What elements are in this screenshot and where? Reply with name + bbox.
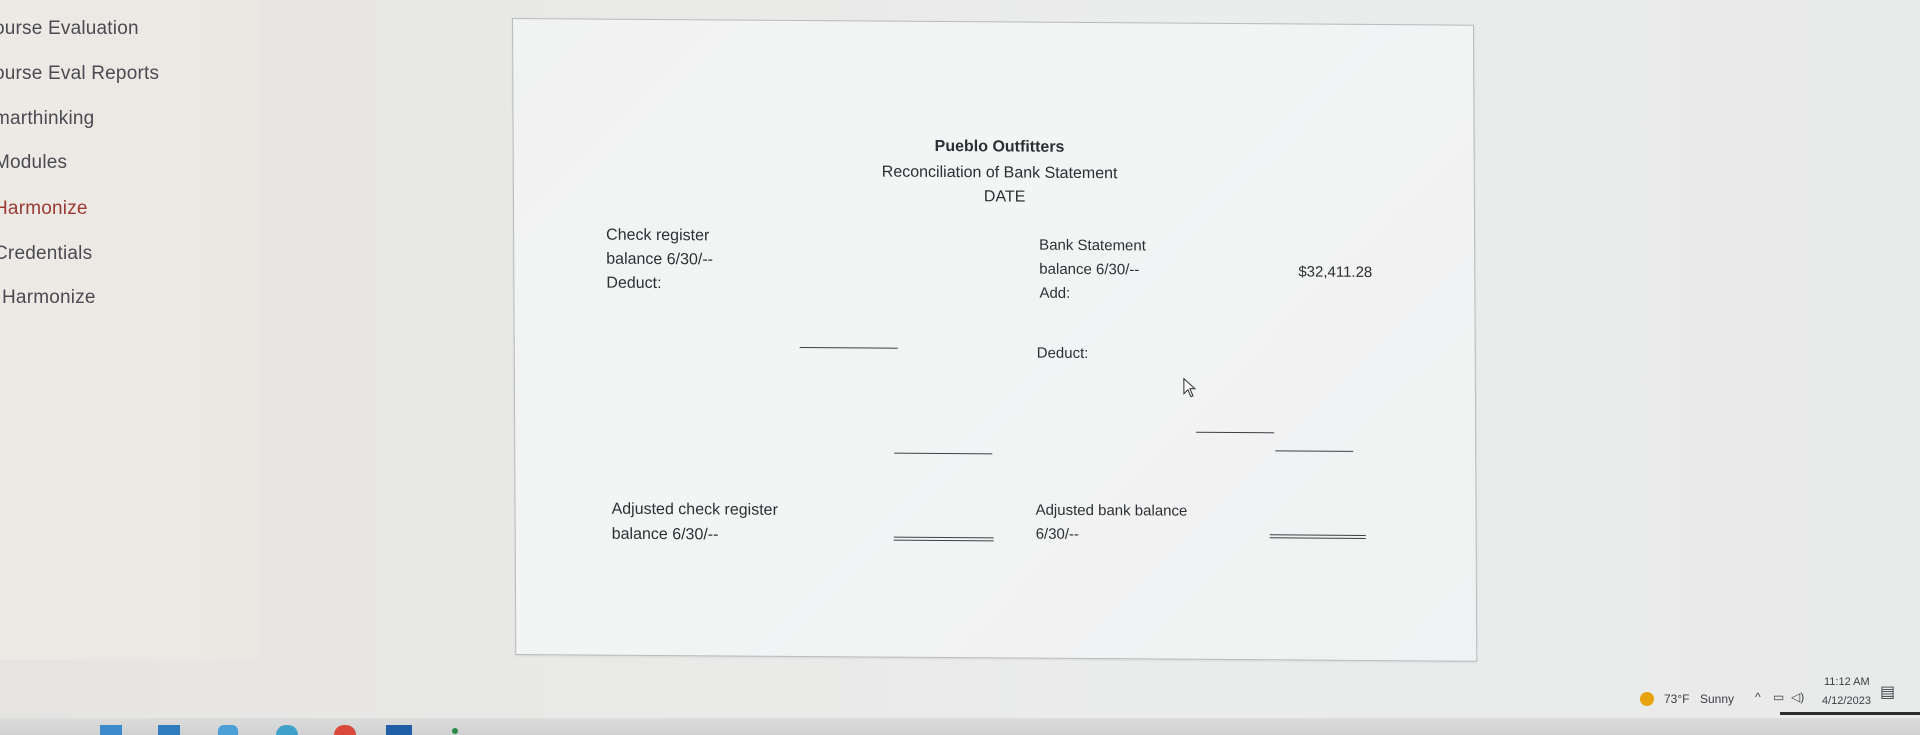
sidebar-item-harmonize-2[interactable]: Harmonize	[2, 287, 96, 309]
bank-statement-deduct-label: Deduct:	[1036, 344, 1089, 363]
document-title: Reconciliation of Bank Statement	[881, 163, 1118, 183]
clock-time[interactable]: 11:12 AM	[1824, 676, 1870, 688]
left-total-double-rule	[893, 536, 994, 542]
company-name: Pueblo Outfitters	[934, 137, 1065, 156]
check-register-label: Check register	[606, 226, 710, 245]
adjusted-check-register-label: Adjusted check register	[611, 500, 778, 519]
left-subtotal-rule	[894, 452, 993, 455]
sidebar-item-modules[interactable]: Modules	[0, 152, 67, 174]
bank-statement-balance-label: balance 6/30/--	[1039, 260, 1140, 279]
bank-statement-add-label: Add:	[1039, 284, 1071, 302]
adjusted-check-register-balance-label: balance 6/30/--	[611, 525, 719, 544]
bank-reconciliation-document: Pueblo Outfitters Reconciliation of Bank…	[512, 18, 1478, 662]
outlook-icon[interactable]	[386, 725, 412, 735]
right-add-rule	[1196, 431, 1275, 434]
sidebar-item-course-evaluation[interactable]: ourse Evaluation	[0, 18, 139, 40]
sidebar: ourse Evaluation ourse Eval Reports mart…	[0, 0, 260, 660]
bank-statement-label: Bank Statement	[1039, 236, 1146, 255]
clock-date[interactable]: 4/12/2023	[1822, 695, 1871, 707]
app-icon-7[interactable]	[452, 728, 458, 734]
volume-icon[interactable]: ◁)	[1791, 690, 1804, 704]
taskbar-edge	[1780, 712, 1920, 715]
check-register-balance-label: balance 6/30/--	[606, 250, 714, 269]
check-register-deduct-label: Deduct:	[606, 274, 662, 293]
right-total-double-rule	[1269, 534, 1366, 539]
network-icon[interactable]: ▭	[1773, 690, 1784, 704]
sidebar-item-smarthinking[interactable]: marthinking	[0, 108, 94, 130]
right-subtotal-rule	[1275, 450, 1354, 452]
chevron-up-icon[interactable]: ^	[1755, 690, 1761, 704]
adjusted-bank-balance-date: 6/30/--	[1035, 525, 1080, 543]
bank-statement-balance-amount: $32,411.28	[1298, 263, 1373, 282]
sidebar-item-harmonize[interactable]: Harmonize	[0, 198, 88, 220]
notification-icon[interactable]: ▤	[1880, 682, 1895, 702]
document-date: DATE	[983, 188, 1026, 206]
sun-icon[interactable]	[1640, 692, 1654, 706]
sidebar-item-course-eval-reports[interactable]: ourse Eval Reports	[0, 63, 159, 85]
sidebar-item-credentials[interactable]: Credentials	[0, 243, 92, 265]
adjusted-bank-balance-label: Adjusted bank balance	[1035, 501, 1188, 520]
app-icon-2[interactable]	[158, 725, 180, 735]
app-icon-3[interactable]	[218, 725, 238, 735]
weather-description[interactable]: Sunny	[1700, 692, 1734, 706]
weather-temperature[interactable]: 73°F	[1664, 692, 1689, 706]
app-icon-1[interactable]	[100, 725, 122, 735]
left-deduct-rule	[799, 347, 898, 349]
mouse-cursor-icon	[1183, 377, 1197, 398]
